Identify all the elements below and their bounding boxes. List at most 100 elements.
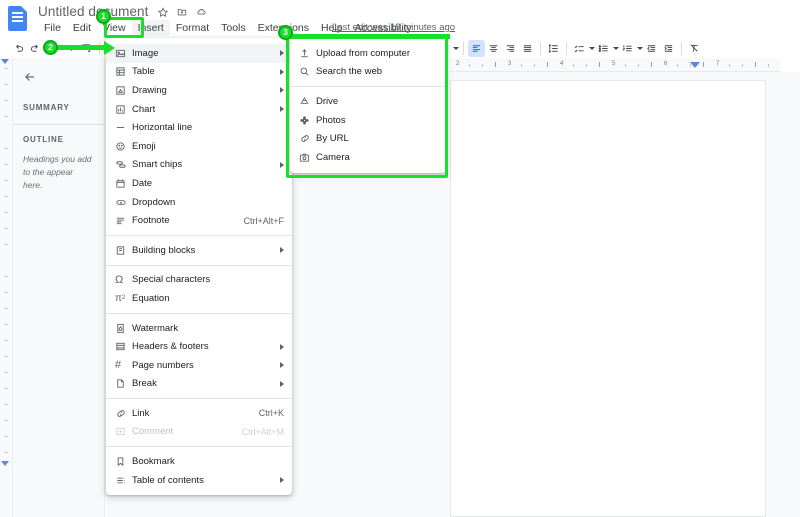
menu-item-break[interactable]: Break [106, 375, 292, 394]
photos-icon [299, 115, 316, 126]
numbered-list-icon[interactable] [619, 40, 636, 57]
bulleted-list-icon[interactable] [595, 40, 612, 57]
bottom-margin-marker[interactable] [1, 461, 9, 466]
chart-icon [115, 104, 132, 115]
last-edit-status[interactable]: Last edit was 19 minutes ago [332, 22, 455, 33]
menu-item-dropdown[interactable]: Dropdown [106, 193, 292, 212]
drive-icon [299, 96, 316, 107]
print-icon[interactable] [44, 40, 61, 57]
menu-item-date[interactable]: Date [106, 174, 292, 193]
chevron-right-icon [276, 381, 284, 387]
checklist-icon[interactable] [571, 40, 588, 57]
submenu-item-drive[interactable]: Drive [290, 92, 446, 111]
menu-separator [106, 234, 292, 236]
decrease-indent-icon[interactable] [643, 40, 660, 57]
toolbar-separator [99, 41, 100, 55]
menu-item-label: Dropdown [132, 196, 176, 208]
submenu-item-by-url[interactable]: By URL [290, 129, 446, 148]
menubar-item-view[interactable]: View [97, 20, 132, 36]
chevron-right-icon [276, 87, 284, 93]
menu-item-watermark[interactable]: Watermark [106, 319, 292, 338]
submenu-item-camera[interactable]: Camera [290, 148, 446, 167]
menu-item-label: Image [132, 47, 159, 59]
menu-item-image[interactable]: Image [106, 44, 292, 63]
cloud-saved-icon[interactable] [196, 7, 207, 17]
chevron-right-icon [276, 69, 284, 75]
ruler-number: 6 [664, 61, 668, 67]
menu-item-label: Page numbers [132, 359, 194, 371]
menu-item-special-characters[interactable]: Ω Special characters [106, 271, 292, 290]
menu-item-label: Link [132, 407, 150, 419]
menu-item-smart-chips[interactable]: Smart chips [106, 156, 292, 175]
horizontal-ruler[interactable]: 2 3 4 5 6 7 [450, 58, 780, 72]
google-docs-logo-icon[interactable] [8, 6, 27, 31]
align-left-icon[interactable] [468, 39, 485, 57]
right-indent-marker[interactable] [690, 62, 700, 68]
menu-item-emoji[interactable]: Emoji [106, 137, 292, 156]
menu-item-label: Special characters [132, 274, 211, 286]
paint-format-icon[interactable] [78, 40, 95, 57]
submenu-item-label: Camera [316, 151, 350, 163]
clear-formatting-icon[interactable] [686, 40, 703, 57]
menu-item-drawing[interactable]: Drawing [106, 81, 292, 100]
menu-item-shortcut: Ctrl+Alt+F [243, 215, 284, 226]
vertical-ruler [0, 58, 13, 517]
summary-heading: SUMMARY [23, 103, 70, 112]
increase-indent-icon[interactable] [660, 40, 677, 57]
menu-item-label: Chart [132, 103, 156, 115]
toolbar-separator [540, 41, 541, 55]
chevron-right-icon [276, 247, 284, 253]
undo-icon[interactable] [10, 40, 27, 57]
upload-icon [299, 48, 316, 59]
menubar-item-insert[interactable]: Insert [131, 20, 170, 36]
title-row: Untitled document [38, 4, 207, 19]
menu-item-footnote[interactable]: Footnote Ctrl+Alt+F [106, 211, 292, 230]
submenu-item-photos[interactable]: Photos [290, 111, 446, 130]
chevron-right-icon [276, 344, 284, 350]
spellcheck-icon[interactable] [61, 40, 78, 57]
line-spacing-icon[interactable] [545, 40, 562, 57]
chevron-right-icon [276, 50, 284, 56]
menubar-item-file[interactable]: File [38, 20, 67, 36]
menu-item-label: Headers & footers [132, 341, 209, 353]
menu-item-label: Equation [132, 292, 170, 304]
star-icon[interactable] [157, 6, 168, 17]
building-blocks-icon [115, 245, 132, 256]
page-numbers-icon: # [115, 359, 122, 372]
menu-item-table[interactable]: Table [106, 63, 292, 82]
chevron-right-icon [276, 477, 284, 483]
move-to-folder-icon[interactable] [177, 7, 187, 17]
chevron-down-icon[interactable] [612, 40, 619, 57]
align-justify-icon[interactable] [519, 40, 536, 57]
menu-item-horizontal-line[interactable]: Horizontal line [106, 118, 292, 137]
submenu-item-search-the-web[interactable]: Search the web [290, 63, 446, 82]
ruler-number: 3 [508, 61, 512, 67]
align-right-icon[interactable] [502, 40, 519, 57]
menubar-item-edit[interactable]: Edit [67, 20, 97, 36]
menu-item-bookmark[interactable]: Bookmark [106, 452, 292, 471]
image-icon [115, 48, 132, 59]
chevron-down-icon[interactable] [452, 40, 459, 57]
submenu-item-upload-from-computer[interactable]: Upload from computer [290, 44, 446, 63]
menu-item-table-of-contents[interactable]: Table of contents [106, 471, 292, 490]
menu-item-chart[interactable]: Chart [106, 100, 292, 119]
menubar-item-tools[interactable]: Tools [215, 20, 252, 36]
chevron-down-icon[interactable] [636, 40, 643, 57]
menu-item-building-blocks[interactable]: Building blocks [106, 241, 292, 260]
menubar-item-extensions[interactable]: Extensions [252, 20, 315, 36]
align-center-icon[interactable] [485, 40, 502, 57]
chevron-down-icon[interactable] [588, 40, 595, 57]
document-page[interactable] [450, 80, 766, 517]
menu-item-label: Horizontal line [132, 122, 193, 134]
menu-separator [106, 264, 292, 266]
chevron-right-icon [276, 162, 284, 168]
menubar-item-format[interactable]: Format [170, 20, 215, 36]
menu-item-equation[interactable]: π2 Equation [106, 289, 292, 308]
top-margin-marker[interactable] [1, 59, 9, 64]
document-title[interactable]: Untitled document [38, 4, 149, 19]
menu-item-link[interactable]: Link Ctrl+K [106, 404, 292, 423]
menu-item-page-numbers[interactable]: # Page numbers [106, 356, 292, 375]
close-outline-arrow-icon[interactable] [23, 70, 94, 89]
menu-item-headers-footers[interactable]: Headers & footers [106, 337, 292, 356]
redo-icon[interactable] [27, 40, 44, 57]
